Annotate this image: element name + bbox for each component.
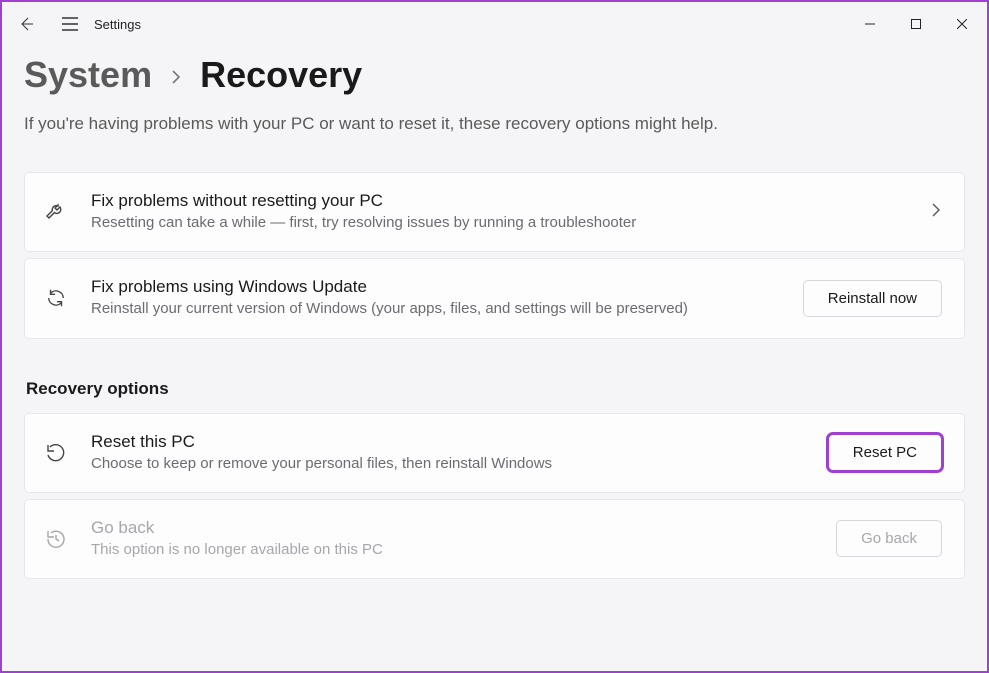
title-bar: Settings <box>2 2 987 46</box>
windows-update-fix-title: Fix problems using Windows Update <box>91 277 781 297</box>
minimize-button[interactable] <box>847 8 893 40</box>
reinstall-now-button[interactable]: Reinstall now <box>803 280 942 317</box>
reset-pc-button[interactable]: Reset PC <box>828 434 942 471</box>
sync-icon <box>43 285 69 311</box>
close-button[interactable] <box>939 8 985 40</box>
go-back-title: Go back <box>91 518 814 538</box>
reset-icon <box>43 440 69 466</box>
breadcrumb-current: Recovery <box>200 54 362 96</box>
history-icon <box>43 526 69 552</box>
app-title: Settings <box>94 17 141 32</box>
back-button[interactable] <box>4 4 48 44</box>
breadcrumb: System Recovery <box>24 54 965 96</box>
wrench-icon <box>43 199 69 225</box>
breadcrumb-parent[interactable]: System <box>24 54 152 96</box>
fix-problems-title: Fix problems without resetting your PC <box>91 191 908 211</box>
reset-pc-item: Reset this PC Choose to keep or remove y… <box>24 413 965 493</box>
fix-problems-item[interactable]: Fix problems without resetting your PC R… <box>24 172 965 252</box>
reset-pc-desc: Choose to keep or remove your personal f… <box>91 454 806 474</box>
chevron-right-icon <box>170 69 182 90</box>
go-back-desc: This option is no longer available on th… <box>91 540 814 560</box>
windows-update-fix-item: Fix problems using Windows Update Reinst… <box>24 258 965 338</box>
reset-pc-title: Reset this PC <box>91 432 806 452</box>
chevron-right-icon <box>930 202 942 223</box>
go-back-button: Go back <box>836 520 942 557</box>
windows-update-fix-desc: Reinstall your current version of Window… <box>91 299 781 319</box>
fix-problems-desc: Resetting can take a while — first, try … <box>91 213 908 233</box>
maximize-button[interactable] <box>893 8 939 40</box>
recovery-options-heading: Recovery options <box>26 379 965 399</box>
go-back-item: Go back This option is no longer availab… <box>24 499 965 579</box>
page-description: If you're having problems with your PC o… <box>24 114 965 134</box>
menu-button[interactable] <box>48 4 92 44</box>
